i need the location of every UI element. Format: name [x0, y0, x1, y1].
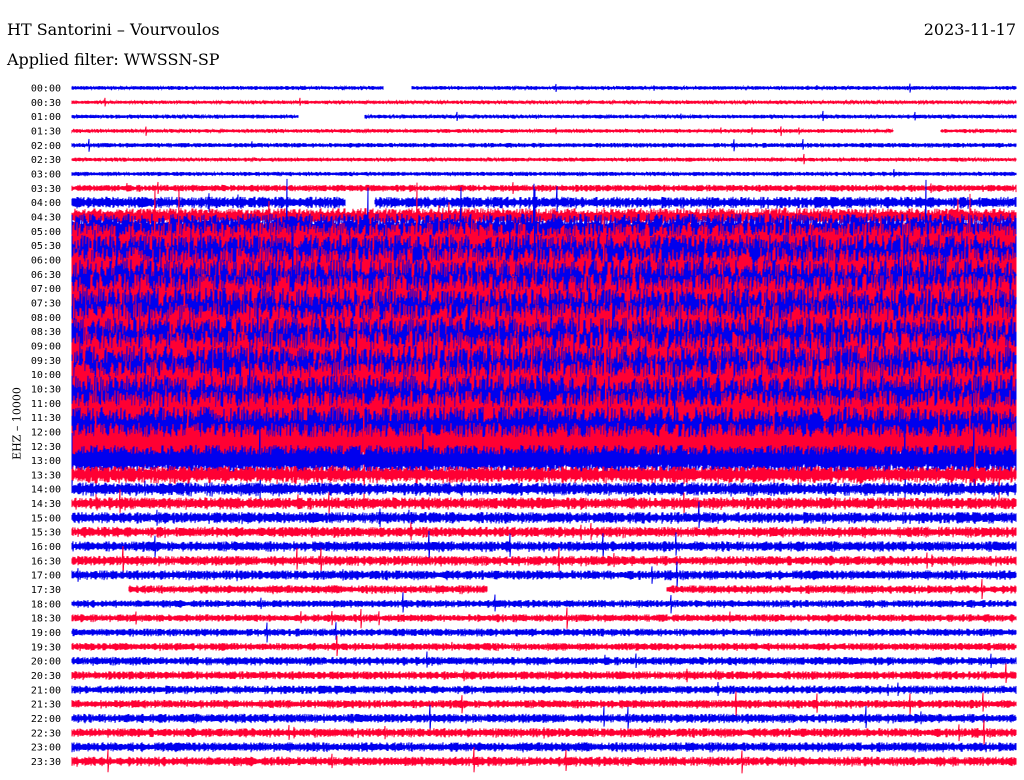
- row-time-label: 12:30: [31, 442, 61, 453]
- row-time-label: 02:30: [31, 155, 61, 166]
- row-time-label: 07:00: [31, 284, 61, 295]
- row-time-label: 04:30: [31, 212, 61, 223]
- seismic-trace: [71, 607, 1017, 629]
- row-time-label: 23:00: [31, 743, 61, 754]
- row-time-label: 00:00: [31, 84, 61, 95]
- row-time-label: 13:00: [31, 456, 61, 467]
- row-time-label: 19:30: [31, 642, 61, 653]
- row-time-label: 02:00: [31, 141, 61, 152]
- row-time-label: 03:00: [31, 169, 61, 180]
- row-time-label: 17:30: [31, 585, 61, 596]
- seismic-trace: [71, 126, 1017, 137]
- seismic-trace: [71, 635, 1017, 657]
- seismic-trace: [71, 138, 1017, 152]
- row-time-label: 03:30: [31, 184, 61, 195]
- row-time-label: 11:30: [31, 413, 61, 424]
- seismic-trace: [71, 592, 1017, 614]
- seismic-trace: [71, 153, 1017, 165]
- seismic-trace: [71, 83, 1017, 93]
- row-time-label: 23:30: [31, 757, 61, 768]
- row-time-label: 06:00: [31, 255, 61, 266]
- row-time-label: 01:00: [31, 112, 61, 123]
- seismic-trace: [71, 97, 1017, 107]
- row-time-label: 04:00: [31, 198, 61, 209]
- row-time-label: 13:30: [31, 470, 61, 481]
- row-time-label: 08:00: [31, 313, 61, 324]
- seismic-trace: [71, 719, 1017, 746]
- seismic-trace: [71, 110, 1017, 122]
- row-time-label: 10:00: [31, 370, 61, 381]
- row-time-label: 12:00: [31, 427, 61, 438]
- row-time-label: 01:30: [31, 126, 61, 137]
- row-time-label: 17:00: [31, 571, 61, 582]
- seismic-trace: [71, 742, 1017, 753]
- seismic-trace: [71, 691, 1017, 718]
- row-time-label: 16:00: [31, 542, 61, 553]
- row-time-label: 07:30: [31, 298, 61, 309]
- row-time-label: 16:30: [31, 556, 61, 567]
- row-time-label: 18:30: [31, 614, 61, 625]
- row-time-label: 08:30: [31, 327, 61, 338]
- row-time-label: 20:30: [31, 671, 61, 682]
- row-time-label: 18:00: [31, 599, 61, 610]
- row-time-label: 06:30: [31, 270, 61, 281]
- row-time-label: 09:00: [31, 341, 61, 352]
- row-time-label: 22:00: [31, 714, 61, 725]
- seismic-trace: [71, 651, 1017, 669]
- seismic-trace: [71, 480, 1017, 497]
- row-time-label: 09:30: [31, 356, 61, 367]
- row-time-label: 20:00: [31, 657, 61, 668]
- row-time-label: 14:30: [31, 499, 61, 510]
- seismic-trace: [128, 579, 1017, 600]
- row-time-label: 14:00: [31, 485, 61, 496]
- row-time-label: 15:30: [31, 528, 61, 539]
- row-time-label: 05:30: [31, 241, 61, 252]
- seismic-trace: [71, 663, 1017, 683]
- seismic-trace: [71, 522, 1017, 541]
- row-time-label: 21:30: [31, 700, 61, 711]
- row-time-label: 21:00: [31, 685, 61, 696]
- seismic-trace: [71, 181, 1017, 194]
- tick-label-group: 00:00 00:30 01:00 01:30 02:00 02:30 03:00 03:30…: [31, 84, 61, 769]
- row-time-label: 11:00: [31, 399, 61, 410]
- row-time-label: 15:00: [31, 513, 61, 524]
- row-time-label: 22:30: [31, 728, 61, 739]
- row-time-label: 10:30: [31, 384, 61, 395]
- helicorder-plot: 00:00 00:30 01:00 01:30 02:00 02:30 03:00 03:30…: [31, 83, 1017, 774]
- seismic-trace: [71, 561, 1017, 589]
- row-time-label: 19:00: [31, 628, 61, 639]
- seismic-trace: [71, 169, 1017, 178]
- seismic-trace: [71, 622, 1017, 643]
- seismic-trace: [71, 681, 1017, 697]
- trace-group: [71, 83, 1017, 774]
- row-time-label: 05:00: [31, 227, 61, 238]
- row-time-label: 00:30: [31, 98, 61, 109]
